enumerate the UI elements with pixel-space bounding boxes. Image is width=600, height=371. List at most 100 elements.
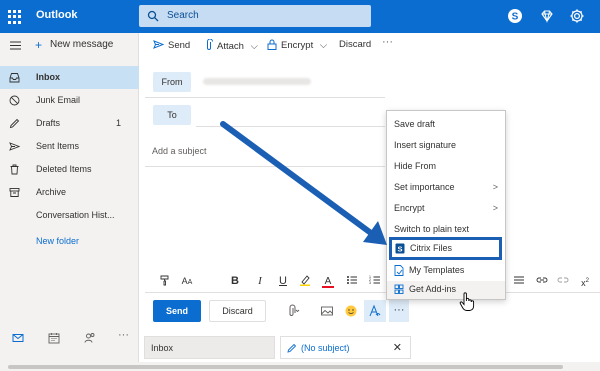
svg-text:S: S xyxy=(397,244,402,253)
discard-button[interactable]: Discard xyxy=(209,300,266,322)
plus-icon: + xyxy=(35,38,43,52)
menu-item-citrix-files[interactable]: S Citrix Files xyxy=(389,237,502,260)
sidebar-item-label: Deleted Items xyxy=(36,164,92,174)
more-options-menu: Save draft Insert signature Hide From Se… xyxy=(386,110,506,300)
archive-icon xyxy=(9,188,20,197)
send-button[interactable]: Send xyxy=(153,300,201,322)
toolbar-encrypt-button[interactable]: Encrypt ⌵ xyxy=(267,39,327,51)
sidebar-item-label: Inbox xyxy=(36,72,60,82)
signature-button[interactable] xyxy=(364,300,386,322)
send-icon xyxy=(9,142,20,151)
hamburger-icon[interactable] xyxy=(10,40,21,51)
more-options-button[interactable]: ··· xyxy=(389,300,409,322)
sidebar-item-junk[interactable]: Junk Email xyxy=(0,89,139,112)
menu-item-switch-plain-text[interactable]: Switch to plain text xyxy=(387,219,505,240)
subject-input[interactable]: Add a subject xyxy=(152,146,207,156)
image-icon[interactable] xyxy=(320,304,334,318)
diamond-icon[interactable] xyxy=(539,8,555,24)
underline-icon[interactable]: U xyxy=(276,274,290,288)
numbering-icon[interactable]: 123 xyxy=(368,274,382,288)
menu-item-insert-signature[interactable]: Insert signature xyxy=(387,135,505,156)
menu-item-get-add-ins[interactable]: Get Add-ins xyxy=(387,281,505,299)
toolbar-more-button[interactable]: ··· xyxy=(382,36,393,48)
sidebar-item-inbox[interactable]: Inbox xyxy=(0,66,139,89)
menu-item-set-importance[interactable]: Set importance > xyxy=(387,177,505,198)
menu-item-label: Encrypt xyxy=(394,203,425,213)
sidebar-item-label: Sent Items xyxy=(36,141,80,151)
mail-icon[interactable] xyxy=(12,332,24,344)
scrollbar-thumb[interactable] xyxy=(8,365,563,369)
menu-item-encrypt[interactable]: Encrypt > xyxy=(387,198,505,219)
horizontal-scrollbar[interactable] xyxy=(0,362,600,371)
close-icon[interactable]: ✕ xyxy=(393,341,402,354)
sidebar-item-label: Archive xyxy=(36,187,67,197)
divider xyxy=(145,292,600,293)
menu-item-my-templates[interactable]: My Templates xyxy=(387,260,505,281)
block-icon xyxy=(9,95,20,106)
svg-text:3: 3 xyxy=(369,281,371,285)
trash-icon xyxy=(10,164,19,175)
tab-draft[interactable]: (No subject) ✕ xyxy=(280,336,411,359)
toolbar-attach-button[interactable]: Attach ⌵ xyxy=(205,38,258,52)
search-placeholder: Search xyxy=(167,10,199,21)
calendar-icon[interactable] xyxy=(48,332,60,344)
menu-item-save-draft[interactable]: Save draft xyxy=(387,114,505,135)
pencil-icon xyxy=(287,343,297,353)
chevron-down-icon: ⌵ xyxy=(250,41,258,52)
chevron-right-icon: > xyxy=(492,203,498,213)
module-switcher: ··· xyxy=(0,328,139,348)
skype-icon[interactable]: S xyxy=(507,8,523,24)
superscript-icon[interactable]: x2 xyxy=(578,274,592,288)
menu-item-label: Insert signature xyxy=(394,140,457,150)
app-launcher-icon[interactable] xyxy=(8,10,22,24)
format-painter-icon[interactable] xyxy=(158,274,172,288)
new-folder-link[interactable]: New folder xyxy=(0,230,139,253)
tab-inbox[interactable]: Inbox xyxy=(144,336,275,359)
drafts-count: 1 xyxy=(115,118,121,128)
align-icon[interactable] xyxy=(512,274,526,288)
paperclip-icon xyxy=(207,38,213,50)
toolbar-send-button[interactable]: Send xyxy=(153,39,190,51)
gear-icon[interactable] xyxy=(569,8,585,24)
toolbar-attach-label: Attach xyxy=(217,41,244,52)
font-size-icon[interactable]: AA xyxy=(180,274,194,288)
font-color-icon[interactable]: A xyxy=(321,274,335,288)
annotation-arrow xyxy=(220,121,387,245)
app-title[interactable]: Outlook xyxy=(36,9,78,21)
divider xyxy=(145,97,385,98)
emoji-icon[interactable] xyxy=(344,304,358,318)
chevron-right-icon: > xyxy=(492,182,498,192)
unlink-icon[interactable] xyxy=(556,274,570,288)
toolbar-send-label: Send xyxy=(168,40,191,51)
sidebar-item-deleted[interactable]: Deleted Items xyxy=(0,158,139,181)
bullets-icon[interactable] xyxy=(345,274,359,288)
citrix-files-icon: S xyxy=(395,243,405,254)
svg-text:S: S xyxy=(512,12,519,23)
more-icon[interactable]: ··· xyxy=(118,329,130,341)
toolbar-encrypt-label: Encrypt xyxy=(281,40,314,51)
templates-icon xyxy=(394,265,404,276)
link-icon[interactable] xyxy=(535,274,549,288)
attach-icon[interactable] xyxy=(286,304,300,318)
top-bar: Outlook Search S xyxy=(0,0,600,33)
bold-icon[interactable]: B xyxy=(228,274,242,288)
from-button[interactable]: From xyxy=(153,72,191,92)
italic-icon[interactable]: I xyxy=(253,274,267,288)
signature-icon xyxy=(369,304,381,317)
to-button[interactable]: To xyxy=(153,105,191,125)
menu-item-label: Switch to plain text xyxy=(394,224,470,234)
search-input[interactable]: Search xyxy=(139,5,371,27)
sidebar-item-sent[interactable]: Sent Items xyxy=(0,135,139,158)
sidebar-item-archive[interactable]: Archive xyxy=(0,181,139,204)
people-icon[interactable] xyxy=(84,332,96,344)
toolbar-discard-label: Discard xyxy=(339,39,372,50)
toolbar-discard-button[interactable]: Discard xyxy=(339,39,371,51)
new-message-button[interactable]: New message xyxy=(50,39,113,50)
highlight-icon[interactable] xyxy=(298,274,312,288)
tab-label: (No subject) xyxy=(301,343,350,353)
menu-item-label: Citrix Files xyxy=(410,243,452,253)
menu-item-hide-from[interactable]: Hide From xyxy=(387,156,505,177)
sidebar-item-drafts[interactable]: Drafts 1 xyxy=(0,112,139,135)
inbox-icon xyxy=(9,73,20,83)
sidebar-item-conversation-history[interactable]: Conversation Hist... xyxy=(0,204,139,227)
